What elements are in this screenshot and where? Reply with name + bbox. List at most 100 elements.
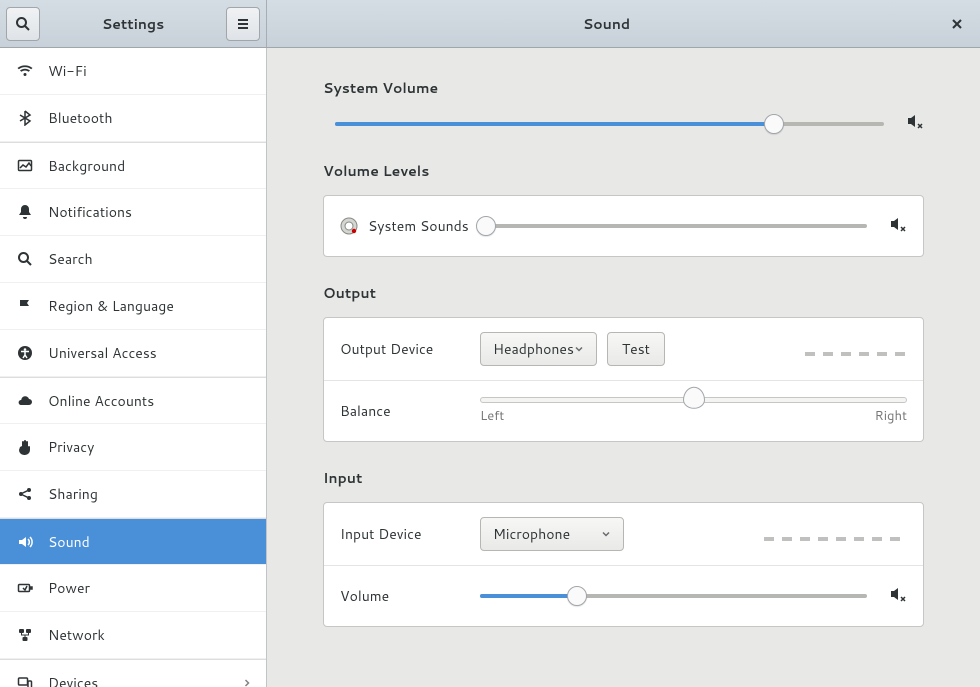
- system-volume-mute-button[interactable]: [906, 112, 924, 135]
- output-title: Output: [323, 283, 924, 303]
- input-level-indicator: [764, 537, 908, 541]
- sidebar-item-label: Devices: [48, 673, 242, 687]
- search-icon: [15, 16, 31, 32]
- chevron-right-icon: [242, 673, 252, 687]
- sidebar-item-wifi[interactable]: Wi-Fi: [0, 48, 266, 95]
- speaker-icon: [14, 534, 36, 550]
- sidebar-item-devices[interactable]: Devices: [0, 659, 266, 687]
- balance-control: Left Right: [480, 397, 907, 425]
- output-device-value: Headphones: [493, 339, 574, 359]
- sidebar-item-label: Notifications: [48, 202, 252, 222]
- output-section: Output Output Device Headphones Test: [323, 283, 924, 442]
- sidebar-item-label: Privacy: [48, 437, 252, 457]
- devices-icon: [14, 675, 36, 687]
- sidebar-item-sound[interactable]: Sound: [0, 518, 266, 565]
- sidebar-item-label: Region & Language: [48, 296, 252, 316]
- system-sounds-label: System Sounds: [368, 216, 478, 236]
- output-device-dropdown[interactable]: Headphones: [480, 332, 597, 366]
- input-mute-button[interactable]: [889, 585, 907, 608]
- input-device-label: Input Device: [340, 524, 480, 544]
- system-sounds-mute-button[interactable]: [889, 215, 907, 238]
- sidebar-item-background[interactable]: Background: [0, 142, 266, 189]
- sidebar-item-label: Network: [48, 625, 252, 645]
- bell-icon: [14, 204, 36, 220]
- test-button[interactable]: Test: [607, 332, 665, 366]
- sidebar-item-label: Sound: [48, 532, 252, 552]
- background-icon: [14, 158, 36, 174]
- balance-label: Balance: [340, 401, 480, 421]
- balance-left-label: Left: [480, 407, 504, 425]
- balance-right-label: Right: [875, 407, 907, 425]
- input-title: Input: [323, 468, 924, 488]
- sidebar-item-privacy[interactable]: Privacy: [0, 424, 266, 471]
- system-sounds-icon: [340, 217, 358, 235]
- sidebar-item-search[interactable]: Search: [0, 236, 266, 283]
- hamburger-icon: [235, 16, 251, 32]
- sidebar-item-bluetooth[interactable]: Bluetooth: [0, 95, 266, 142]
- sidebar-item-power[interactable]: Power: [0, 565, 266, 612]
- sidebar-item-network[interactable]: Network: [0, 612, 266, 659]
- output-panel: Output Device Headphones Test: [323, 317, 924, 442]
- output-device-row: Output Device Headphones Test: [324, 318, 923, 381]
- volume-levels-section: Volume Levels System Sounds: [323, 161, 924, 257]
- content: Wi-Fi Bluetooth Background Notifications Sea…: [0, 48, 980, 687]
- network-icon: [14, 627, 36, 643]
- output-device-label: Output Device: [340, 339, 480, 359]
- close-icon: [949, 16, 965, 32]
- speaker-muted-icon: [889, 215, 907, 233]
- sidebar-item-label: Online Accounts: [48, 391, 252, 411]
- input-device-dropdown[interactable]: Microphone: [480, 517, 624, 551]
- close-button[interactable]: [940, 7, 974, 41]
- titlebar-left: Settings: [0, 0, 267, 47]
- system-volume-section: System Volume: [323, 78, 924, 135]
- input-panel: Input Device Microphone Volume: [323, 502, 924, 627]
- chevron-down-icon: [601, 524, 611, 544]
- wifi-icon: [14, 63, 36, 79]
- sidebar-item-label: Power: [48, 578, 252, 598]
- input-device-row: Input Device Microphone: [324, 503, 923, 566]
- main-panel: System Volume Volume Levels System Soun: [267, 48, 980, 687]
- volume-levels-panel: System Sounds: [323, 195, 924, 257]
- accessibility-icon: [14, 345, 36, 361]
- sidebar-item-online[interactable]: Online Accounts: [0, 377, 266, 424]
- balance-slider[interactable]: [480, 397, 907, 403]
- input-section: Input Input Device Microphone: [323, 468, 924, 627]
- sidebar-item-universal[interactable]: Universal Access: [0, 330, 266, 377]
- output-device-controls: Headphones Test: [480, 332, 665, 366]
- balance-end-labels: Left Right: [480, 407, 907, 425]
- sidebar-item-label: Bluetooth: [48, 108, 252, 128]
- titlebar: Settings Sound: [0, 0, 980, 48]
- sidebar: Wi-Fi Bluetooth Background Notifications Sea…: [0, 48, 267, 687]
- sidebar-item-label: Sharing: [48, 484, 252, 504]
- input-device-value: Microphone: [493, 524, 601, 544]
- sidebar-item-region[interactable]: Region & Language: [0, 283, 266, 330]
- input-volume-slider[interactable]: [480, 594, 867, 598]
- volume-levels-title: Volume Levels: [323, 161, 924, 181]
- output-level-indicator: [805, 352, 907, 356]
- sidebar-item-label: Search: [48, 249, 252, 269]
- system-sounds-slider[interactable]: [478, 224, 867, 228]
- sidebar-item-sharing[interactable]: Sharing: [0, 471, 266, 518]
- share-icon: [14, 486, 36, 502]
- system-sounds-row: System Sounds: [324, 196, 923, 256]
- speaker-muted-icon: [906, 112, 924, 130]
- menu-button[interactable]: [226, 7, 260, 41]
- hand-icon: [14, 439, 36, 455]
- input-volume-row: Volume: [324, 566, 923, 626]
- search-button[interactable]: [6, 7, 40, 41]
- sidebar-item-label: Universal Access: [48, 343, 252, 363]
- flag-icon: [14, 298, 36, 314]
- cloud-icon: [14, 393, 36, 409]
- input-device-controls: Microphone: [480, 517, 624, 551]
- page-title: Sound: [273, 14, 940, 34]
- speaker-muted-icon: [889, 585, 907, 603]
- search-icon: [14, 251, 36, 267]
- system-volume-title: System Volume: [323, 78, 924, 98]
- sidebar-item-notifications[interactable]: Notifications: [0, 189, 266, 236]
- bluetooth-icon: [14, 110, 36, 126]
- sidebar-title: Settings: [40, 14, 226, 34]
- input-volume-label: Volume: [340, 586, 480, 606]
- power-icon: [14, 580, 36, 596]
- titlebar-right: Sound: [267, 0, 980, 47]
- system-volume-slider[interactable]: [335, 122, 884, 126]
